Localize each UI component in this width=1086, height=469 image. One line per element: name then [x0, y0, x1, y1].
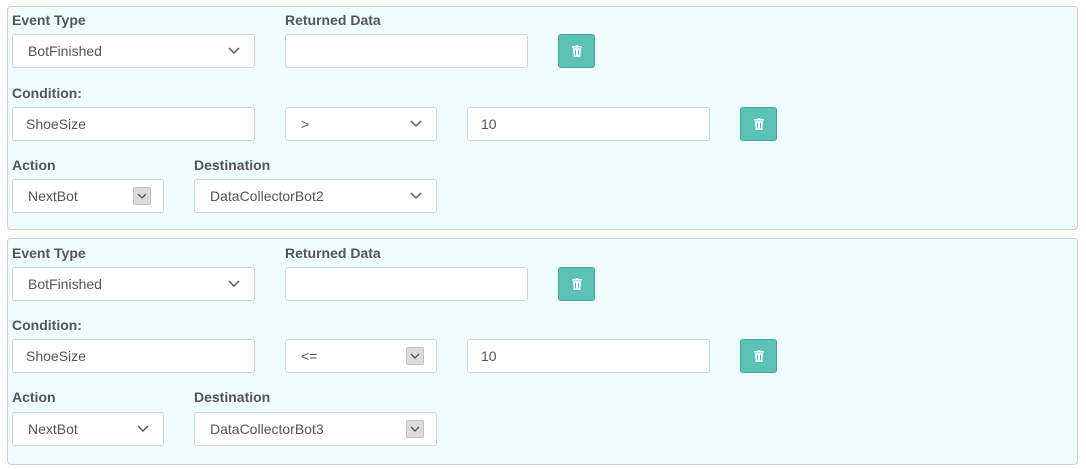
- dropdown-button[interactable]: [406, 347, 424, 365]
- action-select[interactable]: NextBot: [12, 412, 164, 446]
- chevron-down-icon: [228, 47, 240, 54]
- condition-operator-select[interactable]: >: [285, 107, 437, 141]
- chevron-down-icon: [228, 280, 240, 287]
- chevron-down-icon: [410, 353, 420, 359]
- chevron-down-icon: [410, 120, 422, 127]
- returned-data-input[interactable]: [285, 34, 528, 68]
- event-type-label: Event Type: [12, 245, 86, 261]
- condition-label: Condition:: [12, 317, 82, 333]
- destination-value: DataCollectorBot3: [210, 421, 324, 437]
- action-value: NextBot: [28, 188, 78, 204]
- condition-field-input[interactable]: ShoeSize: [12, 107, 255, 141]
- delete-event-button[interactable]: [558, 267, 595, 301]
- trash-icon: [754, 350, 764, 362]
- destination-value: DataCollectorBot2: [210, 188, 324, 204]
- trash-icon: [572, 278, 582, 290]
- destination-select[interactable]: DataCollectorBot2: [194, 179, 437, 213]
- event-type-label: Event Type: [12, 12, 86, 28]
- dropdown-button[interactable]: [133, 187, 151, 205]
- event-type-select[interactable]: BotFinished: [12, 267, 255, 301]
- rule-panel-1: Event Type Returned Data BotFinished Con…: [7, 6, 1078, 230]
- returned-data-input[interactable]: [285, 267, 528, 301]
- condition-label: Condition:: [12, 85, 82, 101]
- condition-value: 10: [481, 116, 497, 132]
- destination-select[interactable]: DataCollectorBot3: [194, 412, 437, 446]
- condition-operator-select[interactable]: <=: [285, 339, 437, 373]
- returned-data-label: Returned Data: [285, 245, 381, 261]
- returned-data-label: Returned Data: [285, 12, 381, 28]
- dropdown-button[interactable]: [406, 420, 424, 438]
- event-type-value: BotFinished: [28, 43, 102, 59]
- action-label: Action: [12, 389, 56, 405]
- condition-field-input[interactable]: ShoeSize: [12, 339, 255, 373]
- rule-panel-2: Event Type Returned Data BotFinished Con…: [7, 238, 1078, 465]
- condition-operator-value: <=: [301, 348, 318, 364]
- delete-event-button[interactable]: [558, 34, 595, 68]
- trash-icon: [572, 45, 582, 57]
- destination-label: Destination: [194, 389, 271, 405]
- condition-field-value: ShoeSize: [26, 348, 86, 364]
- action-select[interactable]: NextBot: [12, 179, 164, 213]
- condition-operator-value: >: [301, 116, 310, 132]
- chevron-down-icon: [137, 425, 149, 432]
- event-type-select[interactable]: BotFinished: [12, 34, 255, 68]
- chevron-down-icon: [137, 193, 147, 199]
- trash-icon: [754, 118, 764, 130]
- action-value: NextBot: [28, 421, 78, 437]
- delete-condition-button[interactable]: [740, 107, 777, 141]
- delete-condition-button[interactable]: [740, 339, 777, 373]
- condition-field-value: ShoeSize: [26, 116, 86, 132]
- condition-value: 10: [481, 348, 497, 364]
- condition-value-input[interactable]: 10: [467, 339, 710, 373]
- destination-label: Destination: [194, 157, 271, 173]
- chevron-down-icon: [410, 426, 420, 432]
- condition-value-input[interactable]: 10: [467, 107, 710, 141]
- event-type-value: BotFinished: [28, 276, 102, 292]
- chevron-down-icon: [410, 192, 422, 199]
- action-label: Action: [12, 157, 56, 173]
